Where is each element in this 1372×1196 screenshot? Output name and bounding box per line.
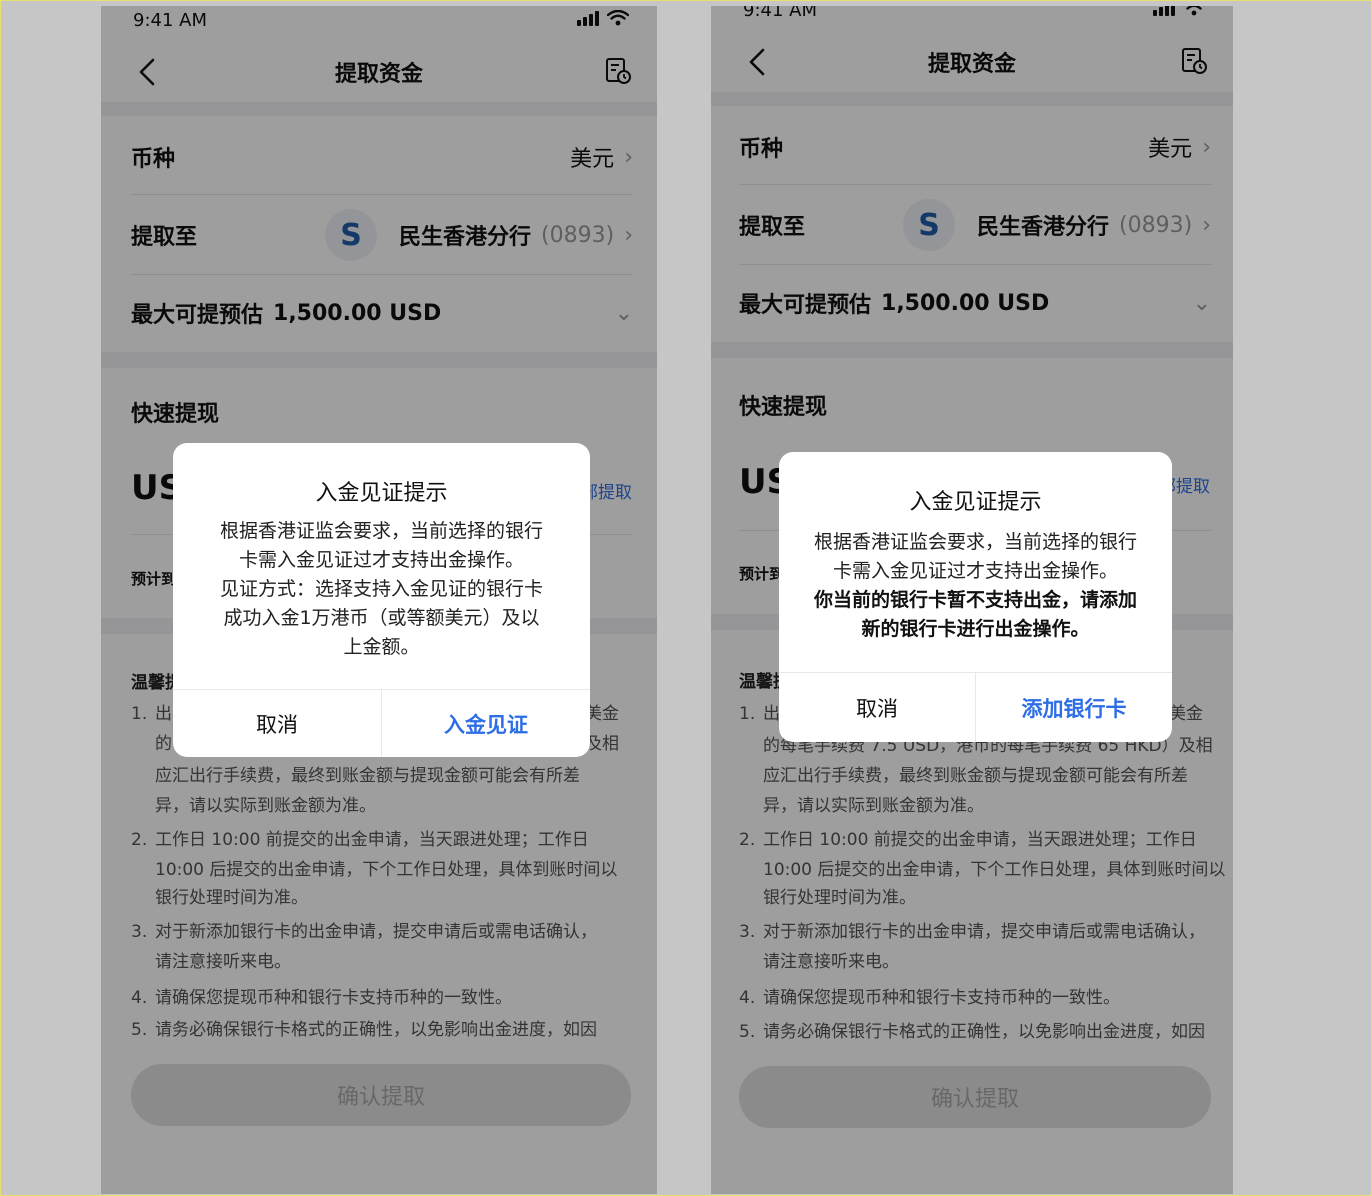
deposit-verification-dialog: 入金见证提示 根据香港证监会要求，当前选择的银行 卡需入金见证过才支持出金操作。… bbox=[779, 452, 1172, 742]
phone-screen-left: 9:41 AM 提取资金 币种 美元 › 提取至 S 民生香港分行 (0893)… bbox=[101, 6, 657, 1194]
dialog-message: 根据香港证监会要求，当前选择的银行 卡需入金见证过才支持出金操作。 你当前的银行… bbox=[813, 531, 1137, 640]
cancel-button[interactable]: 取消 bbox=[173, 690, 382, 757]
dialog-title: 入金见证提示 bbox=[909, 490, 1042, 515]
deposit-verification-dialog: 入金见证提示 根据香港证监会要求，当前选择的银行 卡需入金见证过才支持出金操作。… bbox=[173, 443, 590, 757]
dialog-buttons: 取消 入金见证 bbox=[173, 689, 590, 757]
deposit-verify-button[interactable]: 入金见证 bbox=[382, 690, 590, 757]
phone-screen-right: 9:41 AM 提取资金 币种 美元 › 提取至 S 民生香港分行 (0893)… bbox=[711, 6, 1233, 1194]
add-bank-card-button[interactable]: 添加银行卡 bbox=[976, 673, 1172, 742]
cancel-button[interactable]: 取消 bbox=[779, 673, 976, 742]
dialog-title: 入金见证提示 bbox=[315, 481, 448, 506]
dialog-message: 根据香港证监会要求，当前选择的银行 卡需入金见证过才支持出金操作。 见证方式：选… bbox=[219, 520, 543, 658]
dialog-buttons: 取消 添加银行卡 bbox=[779, 672, 1172, 742]
